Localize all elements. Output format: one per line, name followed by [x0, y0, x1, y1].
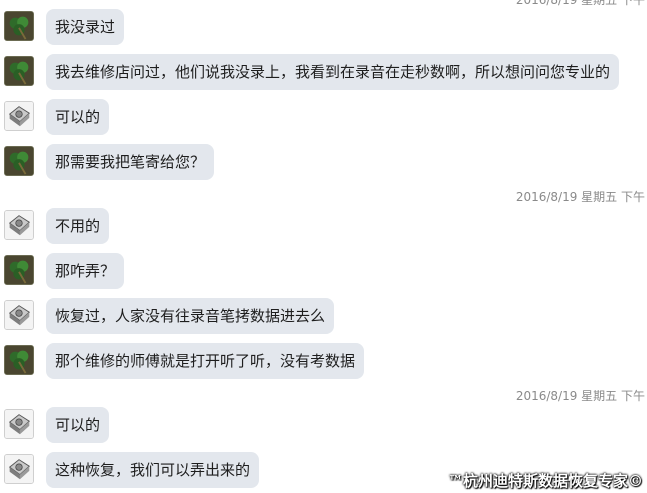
clover-avatar-icon[interactable] [4, 255, 34, 285]
hard-drive-avatar-icon[interactable] [4, 454, 34, 484]
message-bubble: 我没录过 [46, 9, 125, 45]
clover-avatar-icon[interactable] [4, 11, 34, 41]
message-bubble: 我去维修店问过，他们说我没录上，我看到在录音在走秒数啊，所以想问问您专业的 [46, 54, 620, 90]
message-bubble: 恢复过，人家没有往录音笔拷数据进去么 [46, 298, 335, 334]
message-bubble: 可以的 [46, 99, 110, 135]
message-bubble: 这种恢复，我们可以弄出来的 [46, 452, 260, 488]
message-bubble: 可以的 [46, 407, 110, 443]
clover-avatar-icon[interactable] [4, 345, 34, 375]
clover-avatar-icon[interactable] [4, 56, 34, 86]
message-bubble: 那个维修的师傅就是打开听了听，没有考数据 [46, 343, 365, 379]
hard-drive-avatar-icon[interactable] [4, 409, 34, 439]
timestamp: 2016/8/19 星期五 下午 [515, 190, 645, 204]
message-bubble: 不用的 [46, 208, 110, 244]
hard-drive-avatar-icon[interactable] [4, 210, 34, 240]
timestamp: 2016/8/19 星期五 下午 [515, 389, 645, 403]
watermark: ™杭州迪特斯数据恢复专家© [447, 472, 643, 490]
hard-drive-avatar-icon[interactable] [4, 101, 34, 131]
clover-avatar-icon[interactable] [4, 146, 34, 176]
message-bubble: 那需要我把笔寄给您？ [46, 144, 215, 180]
timestamp: 2016/8/19 星期五 下午 [515, 0, 645, 7]
hard-drive-avatar-icon[interactable] [4, 300, 34, 330]
message-bubble: 那咋弄？ [46, 253, 125, 289]
